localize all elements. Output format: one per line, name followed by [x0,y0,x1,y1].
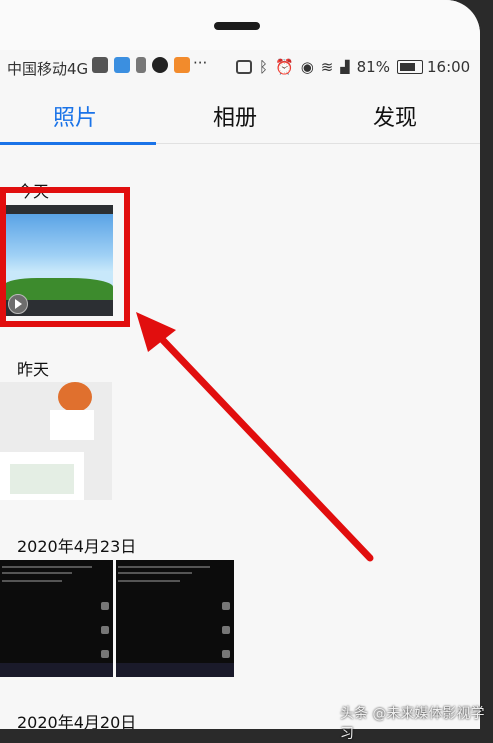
annotation-arrow [136,312,374,562]
watermark: 头条 @未来媒体影视学习 [340,706,485,742]
arrow-shaft [154,331,374,562]
